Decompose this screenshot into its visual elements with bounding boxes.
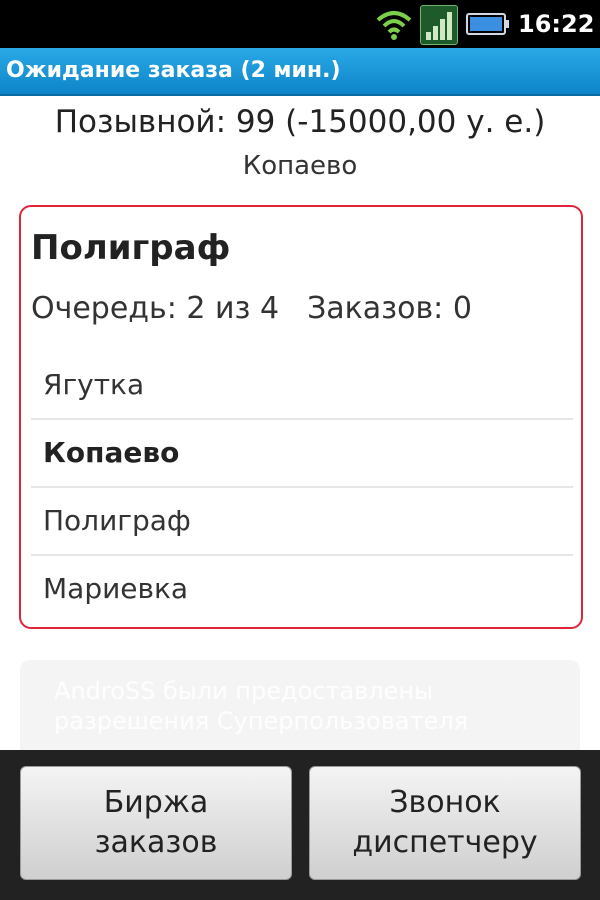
queue-card: Полиграф Очередь: 2 из 4 Заказов: 0 Ягутк…: [19, 205, 583, 629]
toast-notification: AndroSS были предоставлены разрешения Су…: [20, 660, 580, 760]
callsign-balance-text: Позывной: 99 (-15000,00 у. е.): [54, 104, 546, 140]
stop-list-item[interactable]: Полиграф: [31, 486, 573, 554]
call-dispatcher-button[interactable]: Звонок диспетчеру: [309, 766, 581, 880]
queue-status: Очередь: 2 из 4 Заказов: 0: [31, 287, 472, 331]
signal-icon: [420, 5, 458, 45]
stop-list-item[interactable]: Ягутка: [31, 352, 573, 418]
stop-list-item-current[interactable]: Копаево: [31, 418, 573, 486]
current-location-text: Копаево: [242, 151, 358, 181]
toast-text: AndroSS были предоставлены разрешения Су…: [54, 677, 469, 735]
queue-position-text: Очередь: 2 из 4: [31, 291, 280, 326]
title-bar: Ожидание заказа (2 мин.): [0, 48, 600, 96]
bottom-action-bar: Биржа заказов Звонок диспетчеру: [0, 750, 600, 900]
wifi-icon: [376, 11, 412, 40]
window-title: Ожидание заказа (2 мин.): [6, 58, 341, 83]
status-bar: 16:22: [0, 0, 600, 48]
battery-icon: [466, 13, 509, 35]
orders-count-text: Заказов: 0: [307, 291, 472, 326]
stop-list: Ягутка Копаево Полиграф Мариевка: [31, 352, 573, 622]
queue-stop-title: Полиграф: [31, 228, 231, 268]
clock-text: 16:22: [518, 10, 595, 38]
order-exchange-button[interactable]: Биржа заказов: [20, 766, 292, 880]
stop-list-item[interactable]: Мариевка: [31, 554, 573, 622]
